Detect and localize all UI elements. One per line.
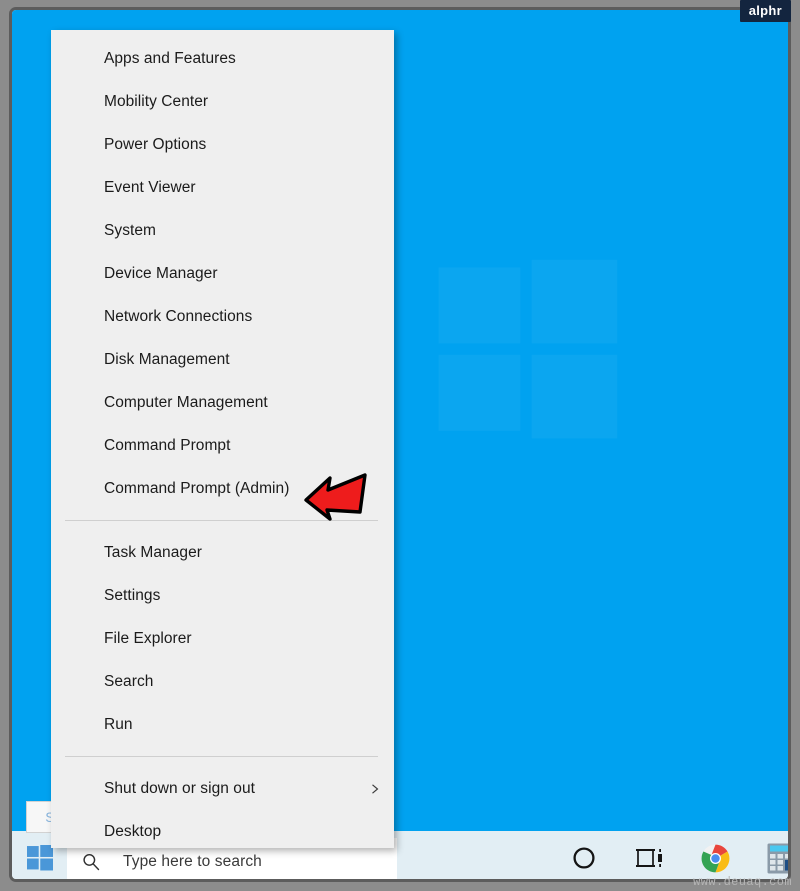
menu-item-label: Command Prompt (Admin): [104, 479, 290, 497]
menu-item-file-explorer[interactable]: File Explorer: [51, 617, 394, 660]
menu-item-system[interactable]: System: [51, 209, 394, 252]
menu-item-label: Shut down or sign out: [104, 779, 255, 797]
menu-item-search[interactable]: Search: [51, 660, 394, 703]
menu-separator: [65, 756, 378, 757]
task-view-button[interactable]: [624, 831, 676, 879]
chrome-icon: [701, 844, 729, 872]
wallpaper-windows-logo-icon: [438, 260, 618, 439]
menu-item-apps-and-features[interactable]: Apps and Features: [51, 37, 394, 80]
windows-logo-icon: [26, 845, 53, 871]
menu-item-label: Settings: [104, 586, 161, 604]
power-user-menu: Apps and Features Mobility Center Power …: [51, 30, 394, 848]
alphr-logo-text: alphr: [748, 3, 782, 18]
menu-item-label: Power Options: [104, 135, 207, 153]
task-view-icon: [636, 849, 662, 867]
menu-item-label: Desktop: [104, 822, 162, 840]
menu-item-label: Command Prompt: [104, 436, 231, 454]
menu-item-label: Mobility Center: [104, 92, 209, 110]
alphr-logo: alphr: [739, 0, 791, 22]
menu-item-label: File Explorer: [104, 629, 192, 647]
menu-item-mobility-center[interactable]: Mobility Center: [51, 80, 394, 123]
site-watermark-text: www.deuaq.com: [693, 875, 792, 889]
menu-item-label: Search: [104, 672, 154, 690]
menu-item-computer-management[interactable]: Computer Management: [51, 381, 394, 424]
menu-item-label: Network Connections: [104, 307, 253, 325]
menu-item-power-options[interactable]: Power Options: [51, 123, 394, 166]
menu-item-command-prompt[interactable]: Command Prompt: [51, 424, 394, 467]
site-watermark: www.deuaq.com: [693, 875, 792, 889]
search-placeholder-text: Type here to search: [123, 852, 262, 870]
screenshot-frame: Start Type here to search: [9, 7, 791, 882]
menu-item-label: Disk Management: [104, 350, 230, 368]
menu-item-shut-down-or-sign-out[interactable]: Shut down or sign out: [51, 767, 394, 810]
calculator-icon: [767, 843, 788, 873]
menu-item-device-manager[interactable]: Device Manager: [51, 252, 394, 295]
menu-item-disk-management[interactable]: Disk Management: [51, 338, 394, 381]
menu-item-run[interactable]: Run: [51, 703, 394, 746]
menu-item-label: System: [104, 221, 156, 239]
menu-item-network-connections[interactable]: Network Connections: [51, 295, 394, 338]
menu-item-label: Computer Management: [104, 393, 268, 411]
menu-item-label: Apps and Features: [104, 49, 236, 67]
menu-item-label: Device Manager: [104, 264, 218, 282]
menu-item-settings[interactable]: Settings: [51, 574, 394, 617]
menu-item-label: Event Viewer: [104, 178, 196, 196]
cortana-icon: [573, 847, 595, 869]
menu-item-label: Run: [104, 715, 133, 733]
menu-item-task-manager[interactable]: Task Manager: [51, 531, 394, 574]
menu-item-event-viewer[interactable]: Event Viewer: [51, 166, 394, 209]
callout-arrow-icon: [304, 473, 367, 521]
cortana-button[interactable]: [558, 831, 610, 879]
menu-item-label: Task Manager: [104, 543, 202, 561]
chevron-right-icon: [372, 783, 379, 794]
search-icon: [83, 853, 100, 870]
menu-item-desktop[interactable]: Desktop: [51, 810, 394, 853]
